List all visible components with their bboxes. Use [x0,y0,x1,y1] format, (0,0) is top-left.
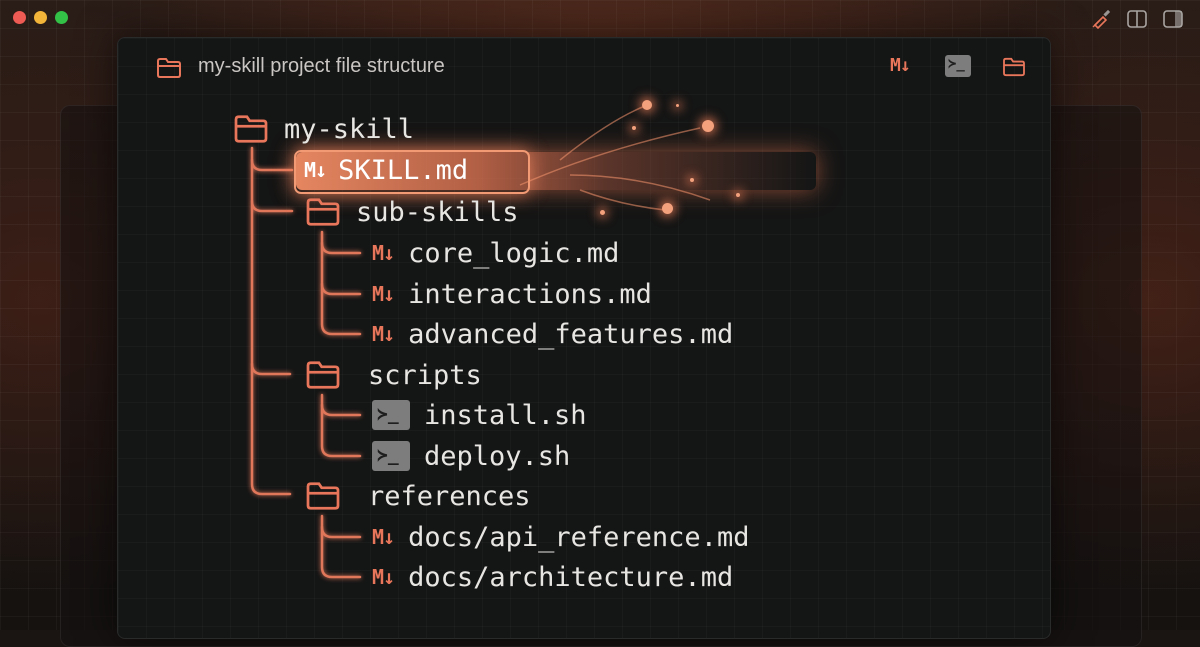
markdown-icon: M↓ [372,241,395,265]
tree-item-architecture[interactable]: M↓ docs/architecture.md [372,559,733,595]
folder-icon [304,197,342,227]
tree-item-label: docs/architecture.md [408,561,734,593]
tree-item-label: interactions.md [408,278,652,310]
sparkle [676,104,679,107]
sparkle [662,203,673,214]
terminal-icon: ≻_ [372,400,410,430]
tree-item-label: references [368,480,531,512]
tree-item-interactions[interactable]: M↓ interactions.md [372,276,652,312]
terminal-icon: ≻_ [372,441,410,471]
sparkle [736,193,740,197]
tree-item-api-reference[interactable]: M↓ docs/api_reference.md [372,519,749,555]
markdown-icon: M↓ [372,525,395,549]
markdown-icon: M↓ [372,565,395,589]
tree-root[interactable]: my-skill [232,111,414,147]
folder-icon [304,360,342,390]
tree-item-label: core_logic.md [408,237,620,269]
sparkle [690,178,694,182]
sparkle [600,210,605,215]
tree-item-label: scripts [368,359,482,391]
tree-item-label: sub-skills [356,196,519,228]
folder-icon [232,114,270,144]
markdown-icon: M↓ [372,282,395,306]
sparkle [642,100,652,110]
tree-item-label: deploy.sh [424,440,571,472]
tree-item-scripts[interactable]: scripts [304,357,482,393]
tree-item-deploy-sh[interactable]: ≻_ deploy.sh [372,438,570,474]
folder-icon [304,481,342,511]
markdown-icon: M↓ [372,322,395,346]
tree-item-label: SKILL.md [338,154,469,186]
tree-root-label: my-skill [284,113,415,145]
tree-item-label: advanced_features.md [408,318,734,350]
sparkle [632,126,636,130]
tree-item-references[interactable]: references [304,478,531,514]
tree-item-install-sh[interactable]: ≻_ install.sh [372,397,587,433]
tree-item-label: docs/api_reference.md [408,521,750,553]
tree-item-skill-md[interactable]: M↓ SKILL.md [304,152,468,188]
tree-item-advanced-features[interactable]: M↓ advanced_features.md [372,316,733,352]
sparkle [702,120,714,132]
tree-item-sub-skills[interactable]: sub-skills [304,194,519,230]
tree-item-label: install.sh [424,399,587,431]
markdown-icon: M↓ [304,158,327,182]
tree-item-core-logic[interactable]: M↓ core_logic.md [372,235,619,271]
